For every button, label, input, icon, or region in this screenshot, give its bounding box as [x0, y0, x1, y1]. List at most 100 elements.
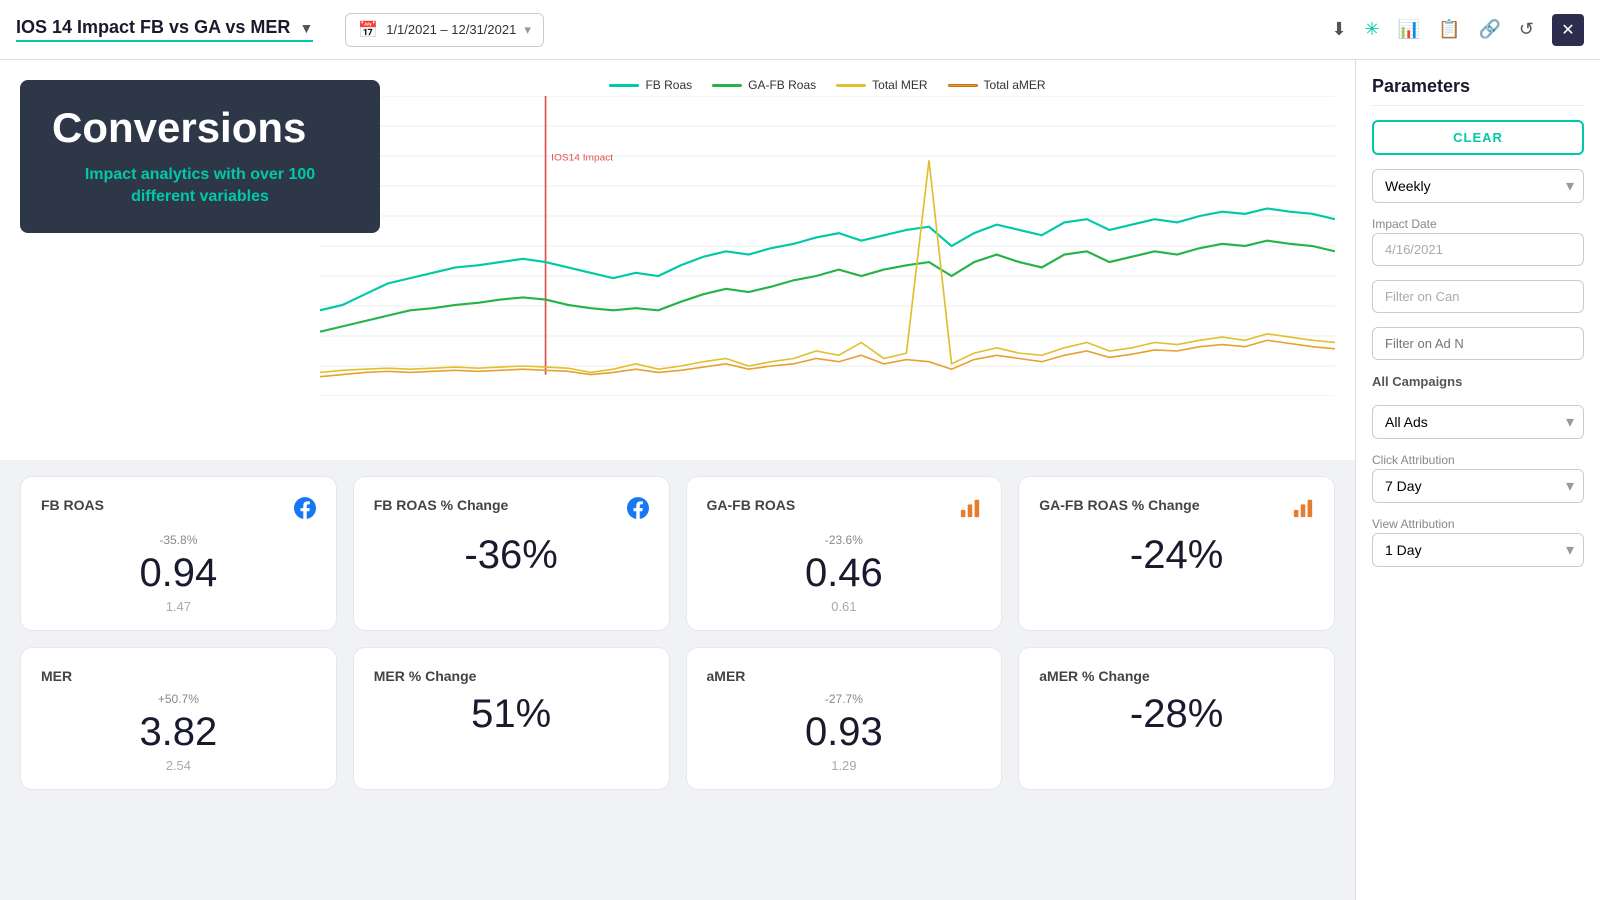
title-dropdown-arrow[interactable]: ▼ — [299, 20, 313, 36]
metric-ga-fb-roas-header: GA-FB ROAS — [707, 497, 982, 525]
svg-text:IOS14 Impact: IOS14 Impact — [551, 152, 613, 163]
asterisk-icon[interactable]: ✳ — [1365, 19, 1380, 40]
metric-ga-fb-roas-pct-value: -24% — [1039, 533, 1314, 577]
metric-amer-change: -27.7% — [707, 692, 982, 706]
legend-total-mer: Total MER — [836, 78, 927, 92]
metric-mer-pct-value: 51% — [374, 692, 649, 736]
all-ads-select-wrapper: All Ads ▾ — [1372, 405, 1584, 439]
metric-ga-fb-roas-pct-header: GA-FB ROAS % Change — [1039, 497, 1314, 525]
click-attribution-select-wrapper: 1 Day 7 Day 28 Day ▾ — [1372, 469, 1584, 503]
metric-card-ga-fb-roas: GA-FB ROAS -23.6% 0.46 0.61 — [686, 476, 1003, 631]
view-attribution-label: View Attribution — [1372, 517, 1584, 531]
view-attribution-select[interactable]: 1 Day 7 Day — [1372, 533, 1584, 567]
conversions-subtext: Impact analytics with over 100 different… — [52, 164, 348, 209]
chart-svg: 2.5 2.0 1.5 1.0 0.5 0.0 20 18 16 14 12 1… — [320, 96, 1335, 396]
metric-mer-header: MER — [41, 668, 316, 684]
legend-total-mer-label: Total MER — [872, 78, 927, 92]
click-attribution-select[interactable]: 1 Day 7 Day 28 Day — [1372, 469, 1584, 503]
metric-mer-pct-title: MER % Change — [374, 668, 477, 684]
frequency-select[interactable]: Daily Weekly Monthly — [1372, 169, 1584, 203]
date-picker-arrow: ▾ — [524, 22, 531, 38]
sidebar-title: Parameters — [1372, 76, 1584, 106]
view-attribution-wrapper: View Attribution 1 Day 7 Day ▾ — [1372, 517, 1584, 567]
metric-amer-pct-value: -28% — [1039, 692, 1314, 736]
metric-amer-header: aMER — [707, 668, 982, 684]
facebook-icon-2 — [627, 497, 649, 525]
impact-date-label: Impact Date — [1372, 217, 1584, 231]
metric-amer-pct-title: aMER % Change — [1039, 668, 1149, 684]
metric-card-amer: aMER -27.7% 0.93 1.29 — [686, 647, 1003, 790]
metrics-row-2: MER +50.7% 3.82 2.54 MER % Change 51% aM… — [20, 647, 1335, 790]
metric-mer-value: 3.82 — [41, 710, 316, 754]
clear-button[interactable]: CLEAR — [1372, 120, 1584, 155]
legend-ga-fb-roas: GA-FB Roas — [712, 78, 816, 92]
metric-fb-roas-value: 0.94 — [41, 551, 316, 595]
legend-total-amer-line — [948, 84, 978, 87]
legend-fb-roas-line — [609, 84, 639, 87]
view-attribution-select-wrapper: 1 Day 7 Day ▾ — [1372, 533, 1584, 567]
legend-total-amer-label: Total aMER — [984, 78, 1046, 92]
close-button[interactable]: ✕ — [1552, 14, 1584, 46]
metric-ga-fb-roas-prev: 0.61 — [707, 599, 982, 614]
clipboard-icon[interactable]: 📋 — [1438, 19, 1460, 40]
facebook-icon — [294, 497, 316, 525]
bar-chart-icon[interactable]: 📊 — [1398, 19, 1420, 40]
metric-fb-roas-pct-title: FB ROAS % Change — [374, 497, 509, 513]
metric-card-mer: MER +50.7% 3.82 2.54 — [20, 647, 337, 790]
filter-campaign-wrapper — [1372, 280, 1584, 313]
ga-bar-icon — [959, 497, 981, 525]
legend-total-amer: Total aMER — [948, 78, 1046, 92]
ga-bar-icon-2 — [1292, 497, 1314, 525]
date-range-value: 1/1/2021 – 12/31/2021 — [386, 22, 516, 37]
main-layout: Conversions Impact analytics with over 1… — [0, 60, 1600, 900]
metric-mer-change: +50.7% — [41, 692, 316, 706]
legend-fb-roas: FB Roas — [609, 78, 692, 92]
conversions-overlay: Conversions Impact analytics with over 1… — [20, 80, 380, 233]
frequency-select-wrapper: Daily Weekly Monthly ▾ — [1372, 169, 1584, 203]
metric-fb-roas-header: FB ROAS — [41, 497, 316, 525]
chart-section: Conversions Impact analytics with over 1… — [0, 60, 1355, 460]
metric-ga-fb-roas-pct-title: GA-FB ROAS % Change — [1039, 497, 1199, 513]
metric-amer-title: aMER — [707, 668, 746, 684]
all-ads-select[interactable]: All Ads — [1372, 405, 1584, 439]
link-icon[interactable]: 🔗 — [1478, 19, 1500, 40]
metric-card-amer-change: aMER % Change -28% — [1018, 647, 1335, 790]
impact-date-wrapper: Impact Date — [1372, 217, 1584, 266]
filter-campaign-input[interactable] — [1372, 280, 1584, 313]
metric-fb-roas-pct-value: -36% — [374, 533, 649, 577]
header: IOS 14 Impact FB vs GA vs MER ▼ 📅 1/1/20… — [0, 0, 1600, 60]
calendar-icon: 📅 — [358, 20, 378, 40]
conversions-heading: Conversions — [52, 104, 348, 152]
legend-fb-roas-label: FB Roas — [645, 78, 692, 92]
filter-ad-input[interactable] — [1372, 327, 1584, 360]
refresh-icon[interactable]: ↺ — [1519, 19, 1534, 40]
metric-mer-pct-header: MER % Change — [374, 668, 649, 684]
metric-amer-value: 0.93 — [707, 710, 982, 754]
legend-ga-fb-roas-line — [712, 84, 742, 87]
metric-card-fb-roas: FB ROAS -35.8% 0.94 1.47 — [20, 476, 337, 631]
all-campaigns-label: All Campaigns — [1372, 374, 1584, 389]
metrics-row-1: FB ROAS -35.8% 0.94 1.47 FB ROAS % Chang… — [20, 476, 1335, 631]
date-range-picker[interactable]: 📅 1/1/2021 – 12/31/2021 ▾ — [345, 13, 544, 47]
legend-total-mer-line — [836, 84, 866, 87]
filter-ad-wrapper — [1372, 327, 1584, 360]
metric-fb-roas-prev: 1.47 — [41, 599, 316, 614]
sidebar-parameters: Parameters CLEAR Daily Weekly Monthly ▾ … — [1355, 60, 1600, 900]
impact-date-input[interactable] — [1372, 233, 1584, 266]
metric-ga-fb-roas-value: 0.46 — [707, 551, 982, 595]
download-icon[interactable]: ⬇ — [1331, 19, 1346, 40]
metric-mer-title: MER — [41, 668, 72, 684]
content-area: Conversions Impact analytics with over 1… — [0, 60, 1355, 900]
metric-mer-prev: 2.54 — [41, 758, 316, 773]
chart-area: 2.5 2.0 1.5 1.0 0.5 0.0 20 18 16 14 12 1… — [320, 96, 1335, 396]
metric-ga-fb-roas-change: -23.6% — [707, 533, 982, 547]
chart-legend: FB Roas GA-FB Roas Total MER Total aMER — [320, 70, 1335, 96]
metric-card-mer-change: MER % Change 51% — [353, 647, 670, 790]
metric-amer-pct-header: aMER % Change — [1039, 668, 1314, 684]
metric-fb-roas-title: FB ROAS — [41, 497, 104, 513]
metric-amer-prev: 1.29 — [707, 758, 982, 773]
metric-fb-roas-pct-header: FB ROAS % Change — [374, 497, 649, 525]
legend-ga-fb-roas-label: GA-FB Roas — [748, 78, 816, 92]
page-title: IOS 14 Impact FB vs GA vs MER ▼ — [16, 17, 313, 42]
metric-fb-roas-change: -35.8% — [41, 533, 316, 547]
